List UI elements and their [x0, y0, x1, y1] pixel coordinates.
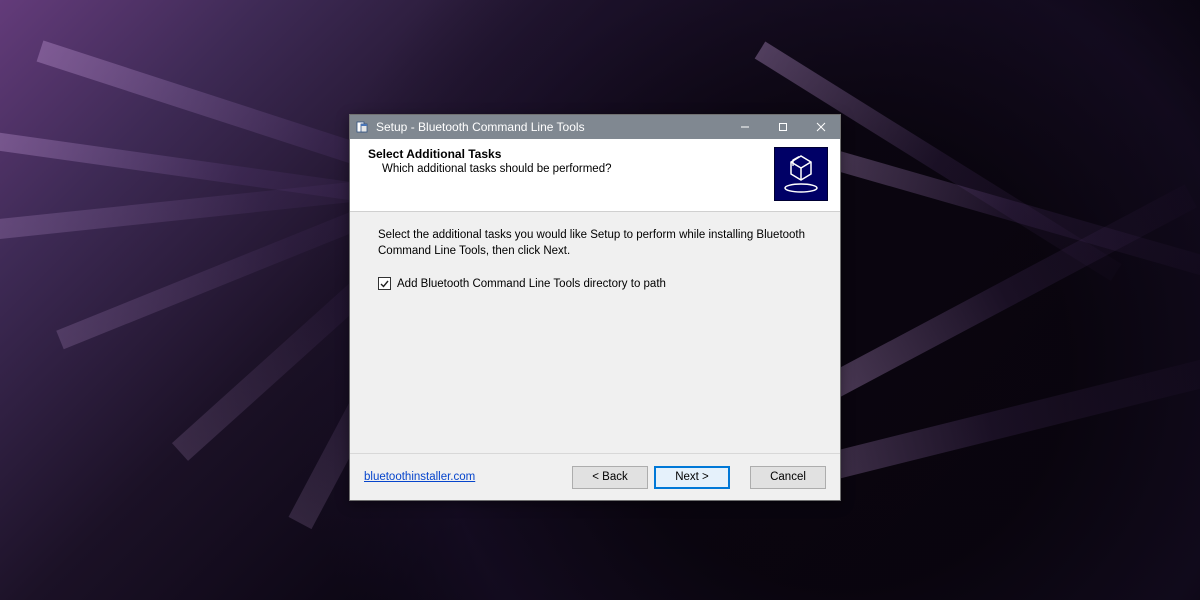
page-subheading: Which additional tasks should be perform…	[382, 163, 612, 175]
instruction-text: Select the additional tasks you would li…	[378, 228, 812, 259]
installer-icon	[350, 115, 374, 139]
vendor-link[interactable]: bluetoothinstaller.com	[364, 471, 475, 483]
maximize-button[interactable]	[764, 115, 802, 139]
add-to-path-row[interactable]: Add Bluetooth Command Line Tools directo…	[378, 277, 812, 290]
page-heading: Select Additional Tasks	[368, 147, 612, 161]
wizard-header: Select Additional Tasks Which additional…	[350, 139, 840, 212]
minimize-button[interactable]	[726, 115, 764, 139]
wizard-body: Select the additional tasks you would li…	[350, 212, 840, 453]
setup-box-icon	[774, 147, 828, 201]
cancel-button[interactable]: Cancel	[750, 466, 826, 489]
add-to-path-label: Add Bluetooth Command Line Tools directo…	[397, 278, 666, 290]
titlebar[interactable]: Setup - Bluetooth Command Line Tools	[350, 115, 840, 139]
close-button[interactable]	[802, 115, 840, 139]
setup-dialog: Setup - Bluetooth Command Line Tools Sel…	[349, 114, 841, 501]
wizard-footer: bluetoothinstaller.com < Back Next > Can…	[350, 453, 840, 500]
next-button[interactable]: Next >	[654, 466, 730, 489]
back-button[interactable]: < Back	[572, 466, 648, 489]
add-to-path-checkbox[interactable]	[378, 277, 391, 290]
window-title: Setup - Bluetooth Command Line Tools	[374, 115, 726, 139]
